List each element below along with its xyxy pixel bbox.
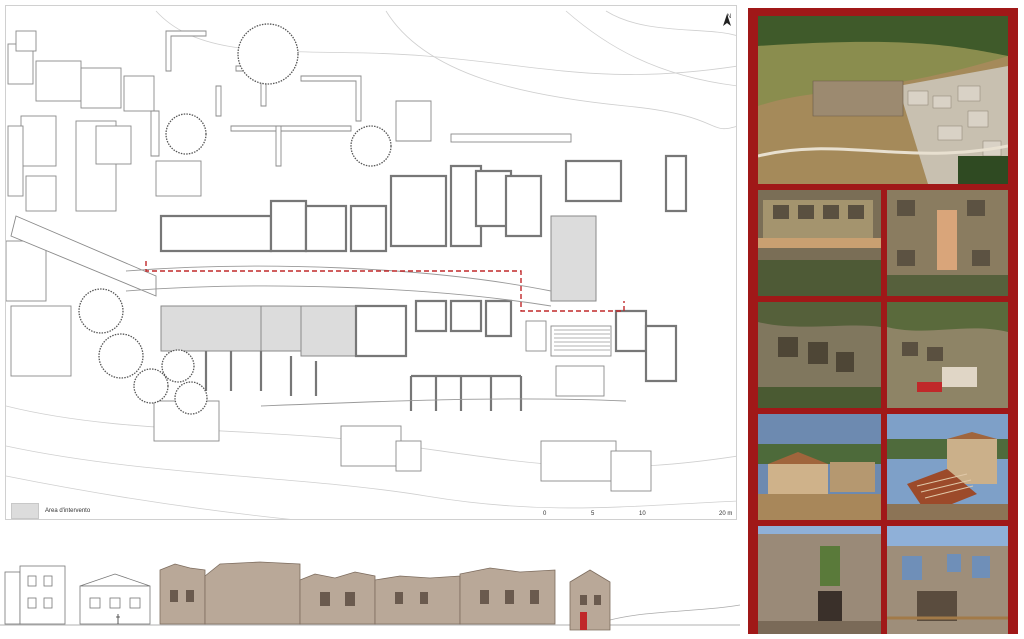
legend-label: Area d'intervento [45,508,91,514]
section-drawing [0,561,741,631]
scale-bar: 0 5 10 20 m [543,511,733,519]
ruin-wall-photo-2 [887,526,1008,634]
plan-drawing [6,10,736,519]
aerial-detail-photo-4 [887,302,1008,408]
north-arrow: N [722,14,736,36]
building-exterior-photo-1 [758,414,881,520]
scale-tick: 10 [639,511,646,517]
scale-tick: 20 m [719,511,733,517]
scale-tick: 5 [591,511,595,517]
ruin-wall-photo-1 [758,526,881,634]
north-arrow-icon [723,14,731,26]
section-elevation [0,540,741,634]
aerial-overview-photo [758,16,1008,184]
photo-panel [748,8,1018,634]
legend-swatch [11,503,39,519]
legend: Area d'intervento [11,503,90,519]
aerial-detail-photo-3 [758,302,881,408]
site-plan: N Area d'intervento 0 5 10 20 m [5,5,737,520]
aerial-detail-photo-2 [887,190,1008,296]
building-exterior-photo-2 [887,414,1008,520]
scale-tick: 0 [543,511,547,517]
aerial-detail-photo-1 [758,190,881,296]
